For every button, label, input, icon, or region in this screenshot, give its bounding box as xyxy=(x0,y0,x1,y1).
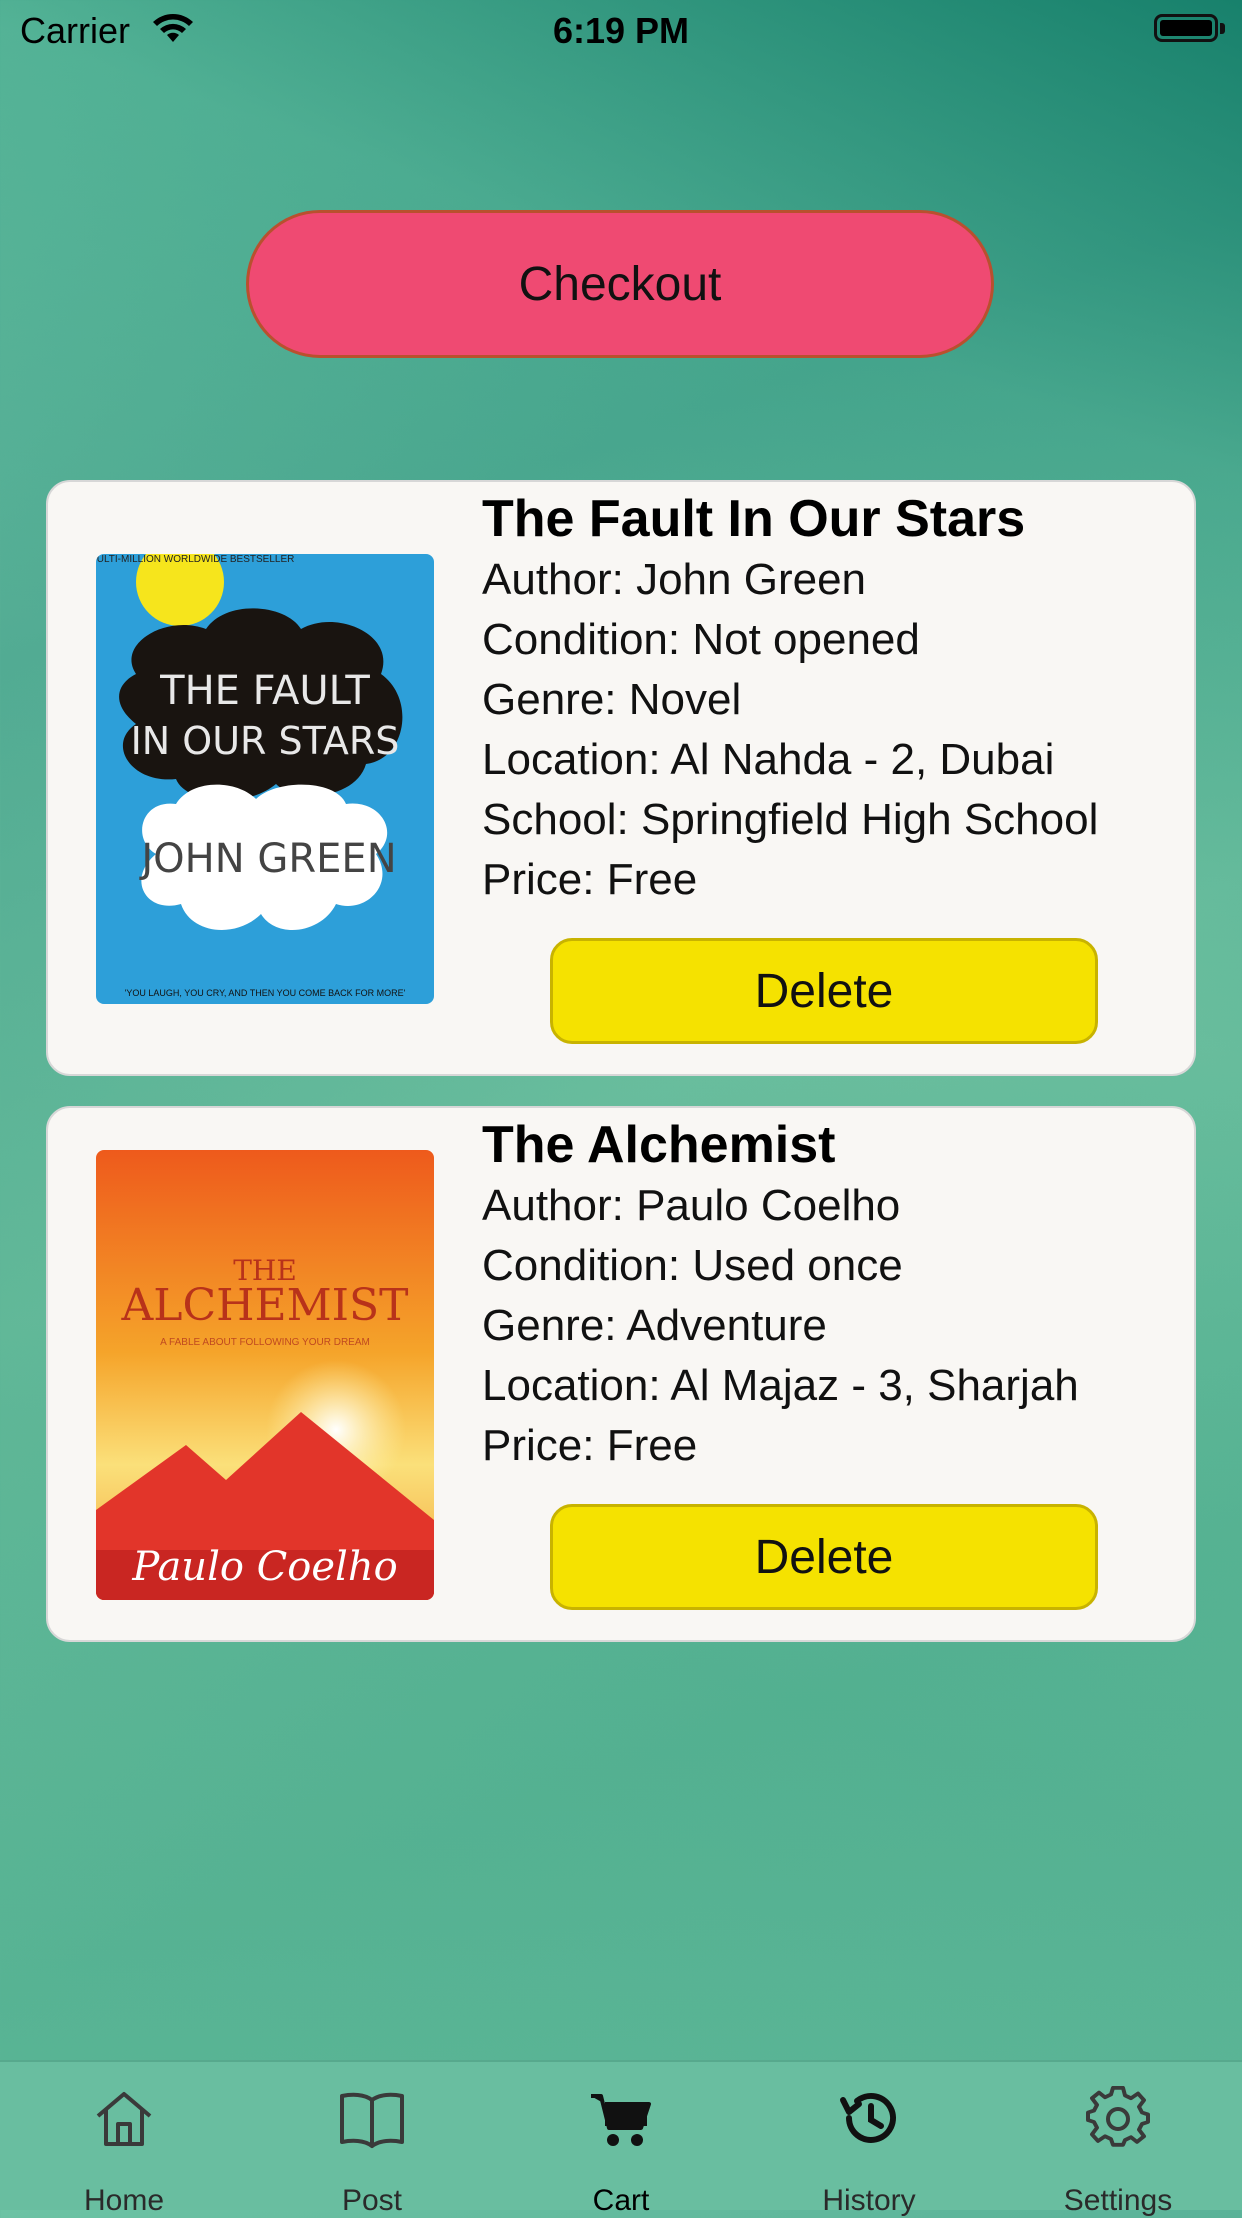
book-info: The Fault In Our Stars Author: John Gree… xyxy=(482,482,1164,910)
book-price: Price: Free xyxy=(482,855,698,904)
book-author: Author: John Green xyxy=(482,555,867,604)
tab-label: History xyxy=(822,2184,916,2217)
book-price: Price: Free xyxy=(482,1421,698,1470)
cover-tagline: 'YOU LAUGH, YOU CRY, AND THEN YOU COME B… xyxy=(125,988,406,998)
book-info: The Alchemist Author: Paulo Coelho Condi… xyxy=(482,1108,1164,1476)
book-cover-image: THE MULTI-MILLION WORLDWIDE BESTSELLER T… xyxy=(96,554,434,1004)
delete-button[interactable]: Delete xyxy=(550,1504,1098,1610)
cover-title-line2: ALCHEMIST xyxy=(120,1280,408,1331)
cart-icon xyxy=(497,2086,745,2150)
status-time: 6:19 PM xyxy=(552,10,690,51)
cover-title-line2: IN OUR STARS xyxy=(131,719,400,763)
book-school: School: Springfield High School xyxy=(482,795,1099,844)
book-condition: Condition: Used once xyxy=(482,1241,903,1290)
checkout-button[interactable]: Checkout xyxy=(246,210,994,358)
book-genre: Genre: Adventure xyxy=(482,1301,827,1350)
cover-subtitle: A FABLE ABOUT FOLLOWING YOUR DREAM xyxy=(160,1337,370,1348)
delete-button[interactable]: Delete xyxy=(550,938,1098,1044)
book-location: Location: Al Majaz - 3, Sharjah xyxy=(482,1361,1079,1410)
cover-author: Paulo Coelho xyxy=(131,1544,397,1590)
cover-author: JOHN GREEN xyxy=(138,836,396,882)
tab-settings[interactable]: Settings xyxy=(994,2062,1242,2217)
gear-icon xyxy=(994,2086,1242,2150)
book-title: The Fault In Our Stars xyxy=(482,490,1026,548)
history-icon xyxy=(745,2086,993,2150)
tab-label: Home xyxy=(83,2184,165,2217)
tab-history[interactable]: History xyxy=(745,2062,993,2217)
book-cover-image: THE ALCHEMIST A FABLE ABOUT FOLLOWING YO… xyxy=(96,1150,434,1600)
book-title: The Alchemist xyxy=(482,1116,836,1174)
cover-title-line1: THE FAULT xyxy=(159,668,370,714)
tab-bar: Home Post Cart History Settings xyxy=(0,2060,1242,2217)
battery-nub xyxy=(1220,23,1225,34)
cart-item-card: THE ALCHEMIST A FABLE ABOUT FOLLOWING YO… xyxy=(46,1106,1196,1642)
tab-post[interactable]: Post xyxy=(248,2062,496,2217)
book-icon xyxy=(248,2086,496,2150)
tab-label: Cart xyxy=(592,2184,650,2217)
cart-item-card: THE MULTI-MILLION WORLDWIDE BESTSELLER T… xyxy=(46,480,1196,1076)
book-author: Author: Paulo Coelho xyxy=(482,1181,901,1230)
tab-cart[interactable]: Cart xyxy=(497,2062,745,2217)
status-bar: Carrier 6:19 PM xyxy=(0,0,1242,64)
book-location: Location: Al Nahda - 2, Dubai xyxy=(482,735,1055,784)
battery-icon xyxy=(1154,14,1218,42)
book-condition: Condition: Not opened xyxy=(482,615,920,664)
tab-label: Post xyxy=(341,2184,403,2217)
tab-label: Settings xyxy=(1063,2184,1173,2217)
tab-home[interactable]: Home xyxy=(0,2062,248,2217)
book-genre: Genre: Novel xyxy=(482,675,742,724)
cover-top-text: THE MULTI-MILLION WORLDWIDE BESTSELLER xyxy=(96,554,294,565)
home-icon xyxy=(0,2086,248,2150)
